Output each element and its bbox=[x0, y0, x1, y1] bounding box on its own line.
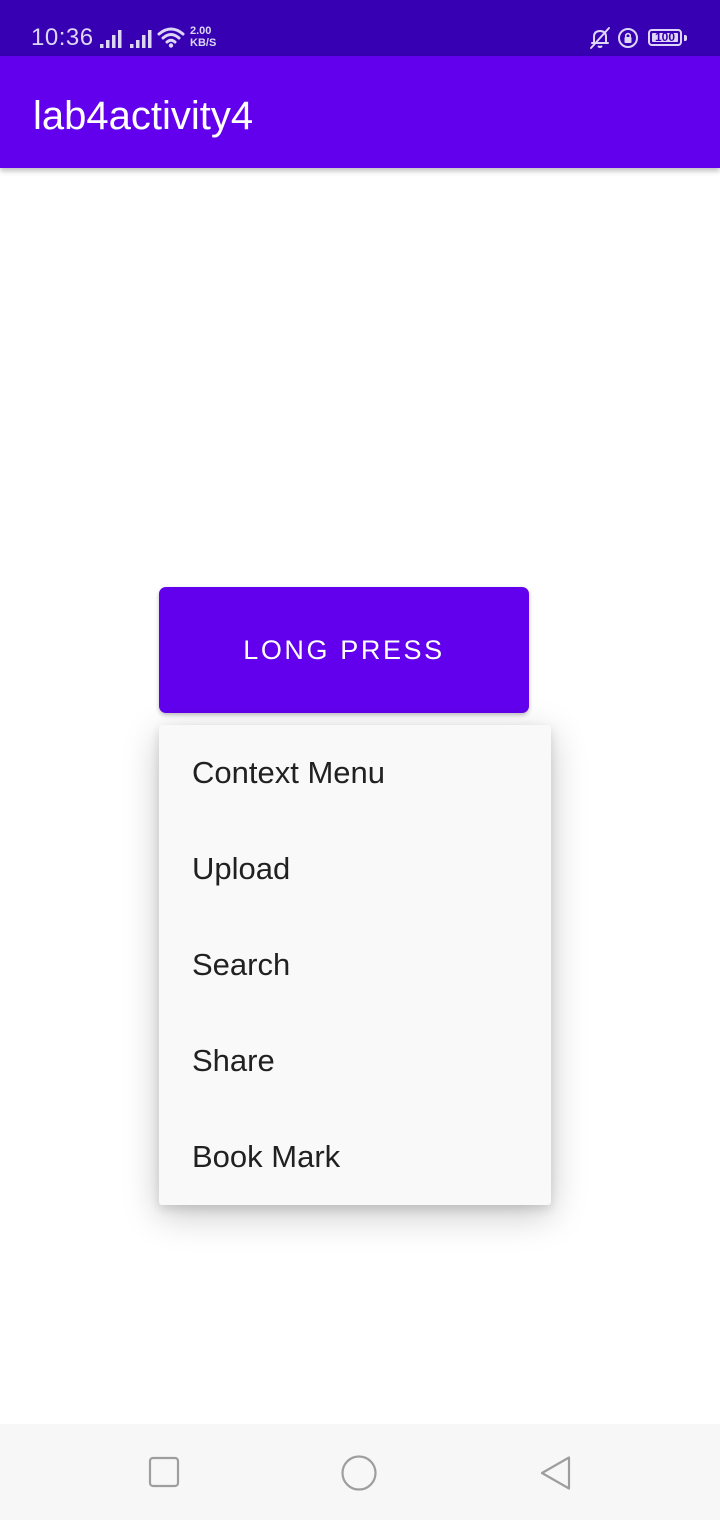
battery-icon: 100 bbox=[648, 29, 682, 46]
menu-item-search[interactable]: Search bbox=[159, 917, 551, 1013]
rotation-lock-icon bbox=[618, 28, 638, 48]
battery-tip bbox=[684, 35, 687, 41]
status-time: 10:36 bbox=[31, 24, 94, 51]
navigation-bar bbox=[0, 1424, 720, 1520]
signal-icon bbox=[100, 30, 122, 48]
battery-level: 100 bbox=[654, 30, 676, 44]
menu-item-label: Share bbox=[192, 1043, 275, 1078]
long-press-button-label: LONG PRESS bbox=[243, 634, 445, 665]
back-triangle-icon[interactable] bbox=[538, 1454, 574, 1492]
app-title: lab4activity4 bbox=[33, 94, 254, 138]
mute-bell-icon bbox=[590, 27, 610, 49]
app-bar: lab4activity4 bbox=[0, 56, 720, 168]
home-circle-icon[interactable] bbox=[340, 1454, 378, 1492]
net-speed-unit: KB/S bbox=[190, 37, 217, 49]
wifi-icon bbox=[157, 27, 185, 48]
menu-item-label: Book Mark bbox=[192, 1139, 341, 1174]
long-press-button[interactable]: LONG PRESS bbox=[159, 587, 529, 713]
recents-square-icon[interactable] bbox=[148, 1456, 180, 1488]
context-menu-title: Context Menu bbox=[192, 755, 385, 790]
menu-item-book-mark[interactable]: Book Mark bbox=[159, 1109, 551, 1205]
context-menu: Context Menu Upload Search Share Book Ma… bbox=[159, 725, 551, 1205]
net-speed: 2.00 KB/S bbox=[190, 25, 222, 49]
menu-item-label: Upload bbox=[192, 851, 291, 886]
menu-item-share[interactable]: Share bbox=[159, 1013, 551, 1109]
signal-icon bbox=[130, 30, 152, 48]
net-speed-value: 2.00 bbox=[190, 25, 212, 37]
status-bar: 10:36 2.00 KB/S 100 bbox=[0, 0, 720, 56]
context-menu-header: Context Menu bbox=[159, 725, 551, 821]
menu-item-label: Search bbox=[192, 947, 291, 982]
menu-item-upload[interactable]: Upload bbox=[159, 821, 551, 917]
